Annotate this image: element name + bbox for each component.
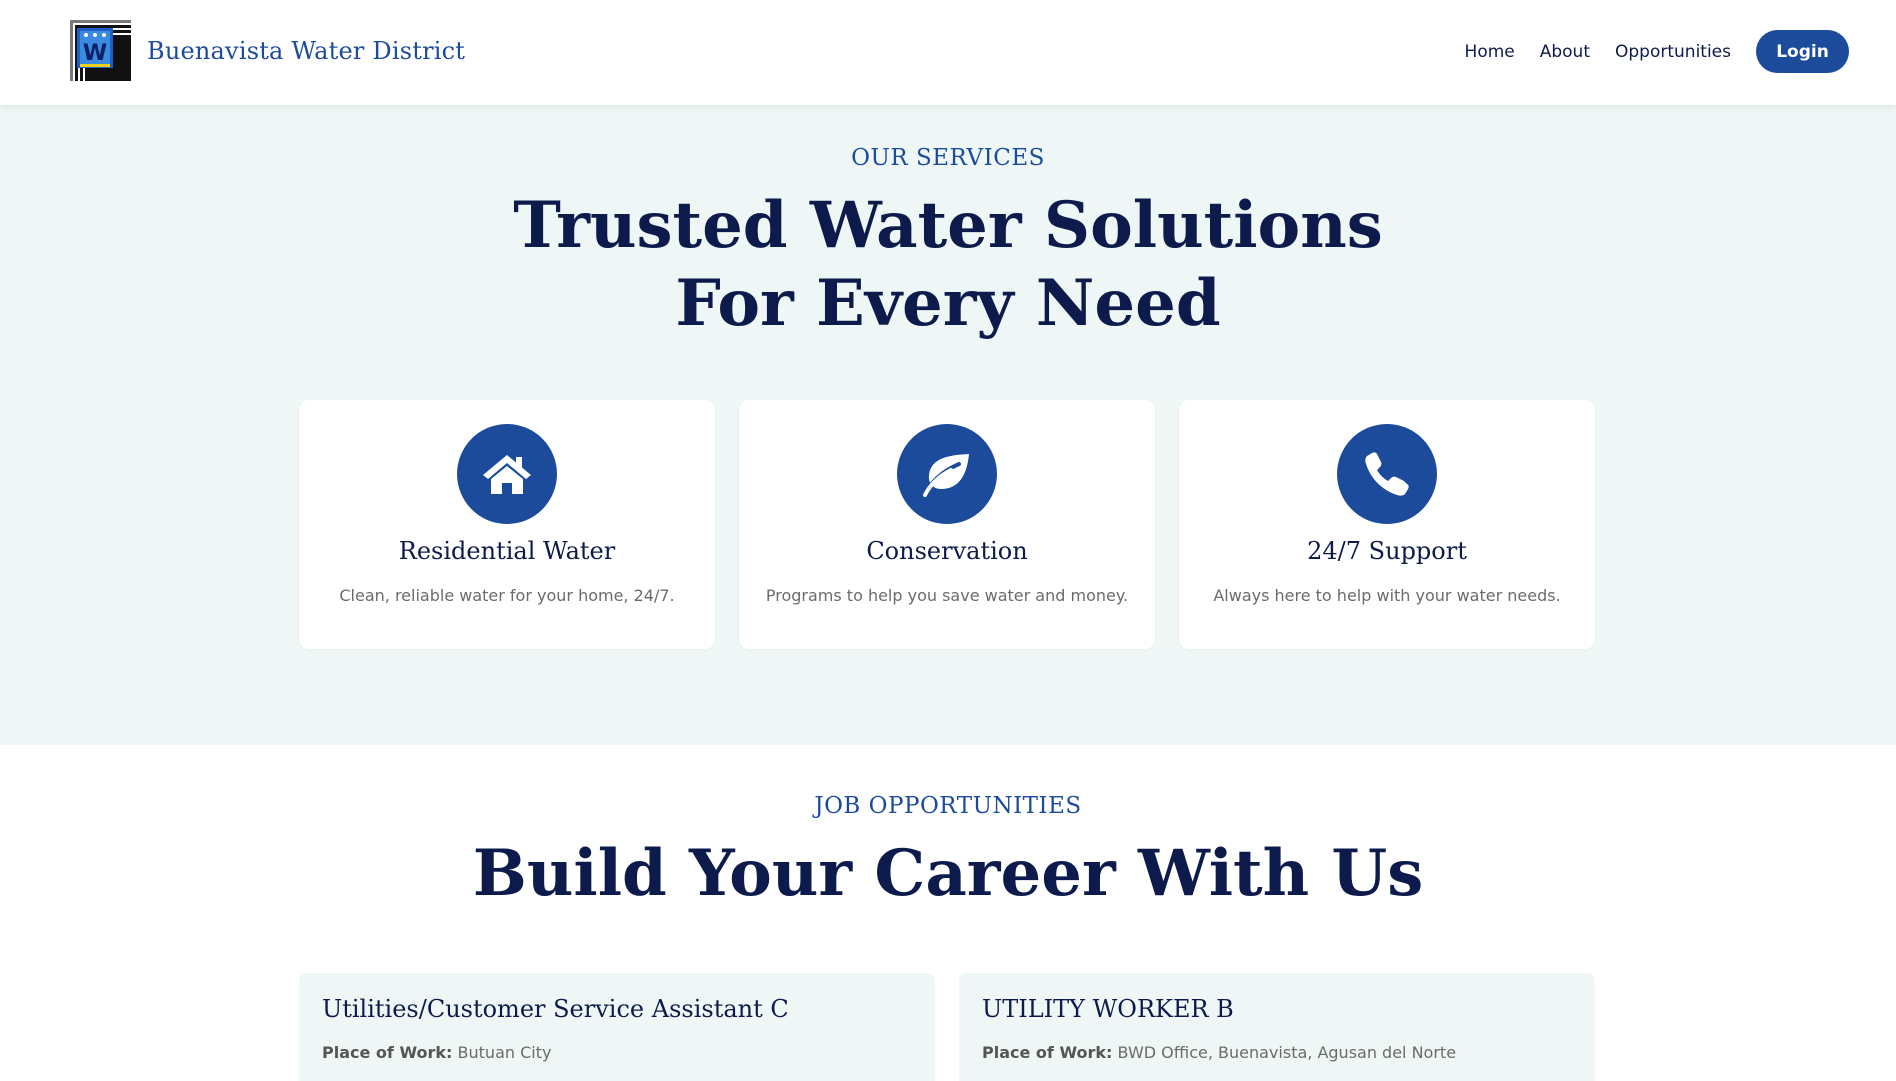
leaf-icon bbox=[897, 424, 997, 524]
phone-icon bbox=[1337, 424, 1437, 524]
login-button[interactable]: Login bbox=[1756, 30, 1849, 73]
service-card-conservation: Conservation Programs to help you save w… bbox=[739, 400, 1155, 649]
home-icon bbox=[457, 424, 557, 524]
job-place: Place of Work: BWD Office, Buenavista, A… bbox=[982, 1043, 1456, 1062]
services-eyebrow: OUR SERVICES bbox=[851, 145, 1045, 171]
service-card-title: Residential Water bbox=[398, 537, 616, 565]
service-card-desc: Always here to help with your water need… bbox=[1213, 586, 1561, 605]
nav-about[interactable]: About bbox=[1540, 42, 1590, 62]
job-title: UTILITY WORKER B bbox=[982, 995, 1234, 1023]
services-title-line2: For Every Need bbox=[675, 266, 1221, 341]
job-card[interactable]: Utilities/Customer Service Assistant C P… bbox=[299, 973, 935, 1081]
services-section: OUR SERVICES Trusted Water Solutions For… bbox=[0, 105, 1896, 745]
services-title: Trusted Water Solutions For Every Need bbox=[0, 187, 1896, 343]
service-card-title: 24/7 Support bbox=[1307, 537, 1467, 565]
jobs-section: JOB OPPORTUNITIES Build Your Career With… bbox=[0, 745, 1896, 1081]
jobs-title: Build Your Career With Us bbox=[472, 836, 1424, 911]
water-district-logo-icon: W bbox=[70, 20, 131, 81]
service-card-desc: Clean, reliable water for your home, 24/… bbox=[339, 586, 675, 605]
job-card[interactable]: UTILITY WORKER B Place of Work: BWD Offi… bbox=[959, 973, 1595, 1081]
service-card-residential: Residential Water Clean, reliable water … bbox=[299, 400, 715, 649]
service-card-support: 24/7 Support Always here to help with yo… bbox=[1179, 400, 1595, 649]
job-place-label: Place of Work: bbox=[982, 1043, 1113, 1062]
main-nav: Home About Opportunities Login bbox=[1440, 30, 1849, 73]
job-title: Utilities/Customer Service Assistant C bbox=[322, 995, 789, 1023]
brand[interactable]: W Buenavista Water District bbox=[70, 20, 465, 81]
service-card-title: Conservation bbox=[866, 537, 1028, 565]
service-card-desc: Programs to help you save water and mone… bbox=[765, 586, 1129, 605]
nav-opportunities[interactable]: Opportunities bbox=[1615, 42, 1731, 62]
site-header: W Buenavista Water District Home About O… bbox=[0, 0, 1896, 105]
brand-name: Buenavista Water District bbox=[147, 36, 466, 65]
jobs-eyebrow: JOB OPPORTUNITIES bbox=[814, 793, 1082, 819]
svg-text:W: W bbox=[83, 41, 107, 66]
job-place: Place of Work: Butuan City bbox=[322, 1043, 551, 1062]
job-place-value: BWD Office, Buenavista, Agusan del Norte bbox=[1117, 1043, 1457, 1062]
nav-home[interactable]: Home bbox=[1465, 42, 1515, 62]
services-cards: Residential Water Clean, reliable water … bbox=[299, 400, 1595, 649]
services-title-line1: Trusted Water Solutions bbox=[513, 188, 1383, 263]
job-place-label: Place of Work: bbox=[322, 1043, 453, 1062]
job-place-value: Butuan City bbox=[457, 1043, 552, 1062]
